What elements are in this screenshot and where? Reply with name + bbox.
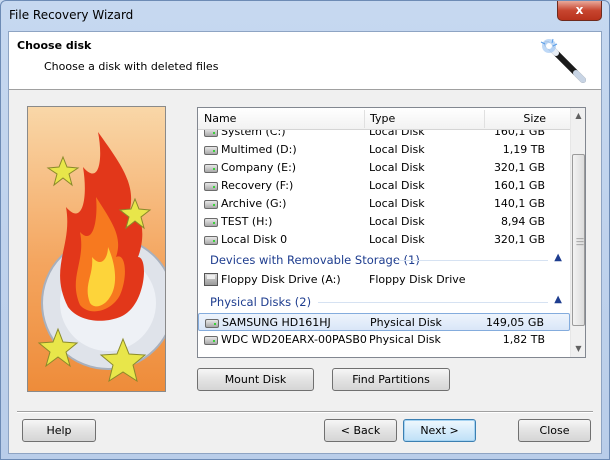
column-header-type[interactable]: Type [370, 112, 395, 125]
disk-name: TEST (H:) [221, 215, 273, 228]
disk-type: Local Disk [369, 179, 425, 192]
page-subtitle: Choose a disk with deleted files [44, 60, 219, 73]
wizard-window: File Recovery Wizard x Choose disk Choos… [0, 0, 610, 460]
scrollbar-thumb[interactable]: — — — [572, 154, 585, 326]
column-header-size[interactable]: Size [523, 112, 546, 125]
hard-drive-icon [204, 164, 218, 173]
list-item[interactable]: Archive (G:) Local Disk 140,1 GB [198, 195, 570, 213]
hard-drive-icon [204, 218, 218, 227]
window-close-button[interactable]: x [557, 1, 602, 21]
scroll-up-arrow-icon[interactable]: ▲ [571, 108, 585, 124]
wizard-client-area: Choose disk Choose a disk with deleted f… [8, 31, 602, 454]
disk-list[interactable]: Name Type Size System (C:) Local Disk 16… [197, 107, 586, 358]
list-item[interactable]: TEST (H:) Local Disk 8,94 GB [198, 213, 570, 231]
grip-icon: — — — [576, 234, 584, 249]
scroll-down-arrow-icon[interactable]: ▼ [571, 341, 585, 357]
hard-drive-icon [204, 146, 218, 155]
wizard-header: Choose disk Choose a disk with deleted f… [9, 32, 601, 90]
disk-type: Local Disk [369, 143, 425, 156]
find-partitions-button[interactable]: Find Partitions [332, 368, 450, 391]
disk-list-rows: System (C:) Local Disk 160,1 GB Multimed… [198, 130, 570, 357]
disk-type: Local Disk [369, 161, 425, 174]
disk-type: Physical Disk [369, 333, 441, 346]
column-separator [484, 110, 485, 128]
group-title: Physical Disks (2) [210, 295, 312, 309]
column-separator [364, 110, 365, 128]
disk-name: System (C:) [221, 130, 286, 138]
column-header-name[interactable]: Name [204, 112, 236, 125]
list-item-selected[interactable]: SAMSUNG HD161HJ Physical Disk 149,05 GB [198, 313, 570, 331]
disk-name: WDC WD20EARX-00PASB0 [221, 333, 367, 346]
disk-name: Company (E:) [221, 161, 297, 174]
title-bar[interactable]: File Recovery Wizard x [1, 1, 609, 31]
help-button[interactable]: Help [22, 419, 96, 442]
window-title: File Recovery Wizard [9, 8, 134, 22]
floppy-drive-icon [204, 273, 218, 286]
next-button[interactable]: Next > [403, 419, 476, 442]
disk-name: Local Disk 0 [221, 233, 288, 246]
page-title: Choose disk [17, 39, 92, 52]
disk-type: Local Disk [369, 233, 425, 246]
collapse-chevron-icon[interactable]: ▲ [554, 252, 562, 263]
list-item[interactable]: Multimed (D:) Local Disk 1,19 TB [198, 141, 570, 159]
disk-name: SAMSUNG HD161HJ [222, 316, 331, 329]
disk-list-header: Name Type Size [198, 108, 570, 130]
disk-size: 149,05 GB [485, 316, 544, 329]
disk-name: Recovery (F:) [221, 179, 294, 192]
flaming-disc-illustration [37, 132, 165, 383]
mount-disk-button[interactable]: Mount Disk [197, 368, 314, 391]
disk-type: Local Disk [369, 215, 425, 228]
disk-type: Floppy Disk Drive [369, 273, 466, 286]
disk-size: 320,1 GB [493, 161, 545, 174]
close-icon: x [575, 3, 584, 17]
disk-type: Physical Disk [370, 316, 442, 329]
hard-drive-icon [204, 336, 218, 345]
disk-size: 1,82 TB [502, 333, 545, 346]
disk-size: 8,94 GB [500, 215, 545, 228]
disk-name: Floppy Disk Drive (A:) [221, 273, 341, 286]
collapse-chevron-icon[interactable]: ▲ [554, 294, 562, 305]
list-item[interactable]: Floppy Disk Drive (A:) Floppy Disk Drive [198, 271, 570, 289]
disk-size: 160,1 GB [493, 130, 545, 138]
list-item[interactable]: Local Disk 0 Local Disk 320,1 GB [198, 231, 570, 249]
disk-type: Local Disk [369, 130, 425, 138]
hard-drive-icon [204, 182, 218, 191]
magic-wand-icon [540, 38, 586, 83]
hard-drive-icon [204, 130, 218, 137]
list-item[interactable]: WDC WD20EARX-00PASB0 Physical Disk 1,82 … [198, 331, 570, 349]
group-header-removable[interactable]: Devices with Removable Storage (1) ▲ [198, 250, 570, 270]
group-divider [396, 260, 548, 261]
disk-name: Multimed (D:) [221, 143, 297, 156]
disk-size: 140,1 GB [493, 197, 545, 210]
list-item[interactable]: Company (E:) Local Disk 320,1 GB [198, 159, 570, 177]
group-divider [318, 302, 548, 303]
footer-divider [17, 411, 593, 413]
close-button[interactable]: Close [518, 419, 591, 442]
disk-size: 1,19 TB [502, 143, 545, 156]
hard-drive-icon [204, 236, 218, 245]
list-item[interactable]: System (C:) Local Disk 160,1 GB [198, 130, 570, 141]
vertical-scrollbar[interactable]: ▲ — — — ▼ [570, 108, 585, 357]
group-header-physical[interactable]: Physical Disks (2) ▲ [198, 292, 570, 312]
wizard-side-image [27, 106, 166, 392]
disk-size: 160,1 GB [493, 179, 545, 192]
hard-drive-icon [204, 200, 218, 209]
list-item[interactable]: Recovery (F:) Local Disk 160,1 GB [198, 177, 570, 195]
back-button[interactable]: < Back [324, 419, 397, 442]
disk-type: Local Disk [369, 197, 425, 210]
disk-size: 320,1 GB [493, 233, 545, 246]
group-title: Devices with Removable Storage (1) [210, 253, 420, 267]
disk-name: Archive (G:) [221, 197, 287, 210]
hard-drive-icon [205, 319, 219, 328]
